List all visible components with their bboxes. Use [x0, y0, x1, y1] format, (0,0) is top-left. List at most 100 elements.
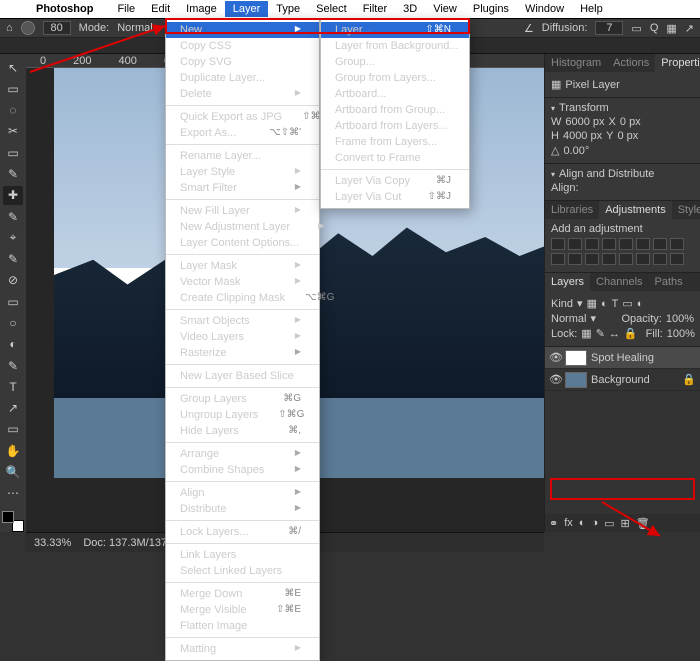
menu-item[interactable]: Layer Mask — [166, 258, 319, 274]
home-icon[interactable]: ⌂ — [6, 22, 13, 34]
link-icon[interactable]: ⚭ — [549, 517, 558, 530]
menu-item[interactable]: Artboard from Layers... — [321, 118, 469, 134]
menu-item[interactable]: Artboard... — [321, 86, 469, 102]
menu-item[interactable]: Layer Style — [166, 164, 319, 180]
menu-select[interactable]: Select — [308, 1, 355, 17]
tool-dodge[interactable]: ◐ — [3, 335, 23, 354]
menu-item[interactable]: Video Layers — [166, 329, 319, 345]
menu-item[interactable]: Vector Mask — [166, 274, 319, 290]
tool-crop[interactable]: ✂ — [3, 122, 23, 141]
tool-blur[interactable]: ○ — [3, 313, 23, 332]
tool-frame[interactable]: ▭ — [3, 143, 23, 162]
layer-thumb[interactable] — [565, 350, 587, 366]
menu-item[interactable]: Group from Layers... — [321, 70, 469, 86]
tool-lasso[interactable]: ◌ — [3, 101, 23, 120]
workspace-icon[interactable]: ▦ — [666, 22, 676, 35]
menu-type[interactable]: Type — [268, 1, 308, 17]
align-title[interactable]: Align and Distribute — [559, 168, 654, 180]
menu-item[interactable]: Layer from Background... — [321, 38, 469, 54]
menu-item[interactable]: Create Clipping Mask⌥⌘G — [166, 290, 319, 306]
menu-item[interactable]: Copy SVG — [166, 54, 319, 70]
fg-bg-swatch[interactable] — [2, 511, 24, 532]
tool-move[interactable]: ↖ — [3, 58, 23, 77]
diffusion-value[interactable]: 7 — [595, 21, 623, 35]
adjustment-icon[interactable]: ◑ — [591, 517, 598, 529]
menu-item[interactable]: New Layer Based Slice — [166, 368, 319, 384]
transform-title[interactable]: Transform — [559, 102, 609, 114]
menu-item[interactable]: New — [166, 22, 319, 38]
opacity-value[interactable]: 100% — [666, 313, 694, 325]
tab-adjustments[interactable]: Adjustments — [599, 201, 672, 219]
mask-icon[interactable]: ◐ — [579, 517, 586, 529]
lock-icon[interactable]: 🔒 — [682, 373, 696, 386]
layer-name[interactable]: Background — [591, 374, 650, 386]
tool-shape[interactable]: ▭ — [3, 420, 23, 439]
zoom-level[interactable]: 33.33% — [34, 537, 71, 549]
menu-item[interactable]: Export As...⌥⇧⌘' — [166, 125, 319, 141]
menu-item[interactable]: Merge Visible⇧⌘E — [166, 602, 319, 618]
tool-eraser[interactable]: ⊘ — [3, 271, 23, 290]
menu-item[interactable]: Merge Down⌘E — [166, 586, 319, 602]
menu-item[interactable]: Copy CSS — [166, 38, 319, 54]
tab-channels[interactable]: Channels — [590, 273, 648, 291]
search-icon[interactable]: Q — [650, 22, 659, 34]
menu-window[interactable]: Window — [517, 1, 572, 17]
menu-item[interactable]: Hide Layers⌘, — [166, 423, 319, 439]
tool-gradient[interactable]: ▭ — [3, 292, 23, 311]
fill-value[interactable]: 100% — [667, 328, 695, 340]
menu-filter[interactable]: Filter — [355, 1, 395, 17]
menu-view[interactable]: View — [425, 1, 465, 17]
tool-history-brush[interactable]: ✎ — [3, 250, 23, 269]
menu-item[interactable]: Flatten Image — [166, 618, 319, 634]
tool-type[interactable]: T — [3, 377, 23, 396]
tab-properties[interactable]: Properties — [655, 54, 700, 72]
tool-brush[interactable]: ✎ — [3, 207, 23, 226]
menu-item[interactable]: New Adjustment Layer — [166, 219, 319, 235]
blend-mode[interactable]: Normal — [551, 313, 586, 325]
tool-more[interactable]: ⋯ — [3, 484, 23, 503]
menu-item[interactable]: Smart Objects — [166, 313, 319, 329]
menu-item[interactable]: Rename Layer... — [166, 148, 319, 164]
tab-styles[interactable]: Styles — [672, 201, 700, 219]
layer-background[interactable]: 👁 Background 🔒 — [545, 369, 700, 391]
tab-layers[interactable]: Layers — [545, 273, 590, 291]
menu-item[interactable]: Lock Layers...⌘/ — [166, 524, 319, 540]
menu-3d[interactable]: 3D — [395, 1, 425, 17]
menu-item[interactable]: Frame from Layers... — [321, 134, 469, 150]
menu-edit[interactable]: Edit — [143, 1, 178, 17]
menu-item[interactable]: Group Layers⌘G — [166, 391, 319, 407]
tab-libraries[interactable]: Libraries — [545, 201, 599, 219]
layer-spot-healing[interactable]: 👁 Spot Healing — [545, 347, 700, 369]
menu-plugins[interactable]: Plugins — [465, 1, 517, 17]
tool-eyedropper[interactable]: ✎ — [3, 164, 23, 183]
share-icon[interactable]: ↗ — [685, 22, 694, 35]
menu-item[interactable]: Layer...⇧⌘N — [321, 22, 469, 38]
layer-name[interactable]: Spot Healing — [591, 352, 654, 364]
tool-zoom[interactable]: 🔍 — [3, 462, 23, 481]
menu-item[interactable]: Delete — [166, 86, 319, 102]
menu-item[interactable]: Group... — [321, 54, 469, 70]
angle-icon[interactable]: ∠ — [524, 22, 534, 35]
menu-layer[interactable]: Layer — [225, 1, 269, 17]
visibility-icon[interactable]: 👁 — [549, 373, 561, 386]
menu-image[interactable]: Image — [178, 1, 225, 17]
fx-icon[interactable]: fx — [564, 517, 573, 529]
tool-hand[interactable]: ✋ — [3, 441, 23, 460]
menu-item[interactable]: Matting — [166, 641, 319, 657]
tab-actions[interactable]: Actions — [607, 54, 655, 72]
panel-toggle-icon[interactable]: ▭ — [631, 22, 641, 35]
menu-file[interactable]: File — [109, 1, 143, 17]
menu-item[interactable]: Layer Via Copy⌘J — [321, 173, 469, 189]
menu-item[interactable]: Duplicate Layer... — [166, 70, 319, 86]
tool-marquee[interactable]: ▭ — [3, 79, 23, 98]
menu-help[interactable]: Help — [572, 1, 611, 17]
menu-item[interactable]: New Fill Layer — [166, 203, 319, 219]
apple-icon[interactable] — [6, 7, 22, 11]
tool-pen[interactable]: ✎ — [3, 356, 23, 375]
tab-histogram[interactable]: Histogram — [545, 54, 607, 72]
tool-clone[interactable]: ⌖ — [3, 228, 23, 247]
menu-item[interactable]: Quick Export as JPG⇧⌘' — [166, 109, 319, 125]
visibility-icon[interactable]: 👁 — [549, 351, 561, 364]
app-name[interactable]: Photoshop — [28, 1, 101, 17]
tab-paths[interactable]: Paths — [649, 273, 689, 291]
